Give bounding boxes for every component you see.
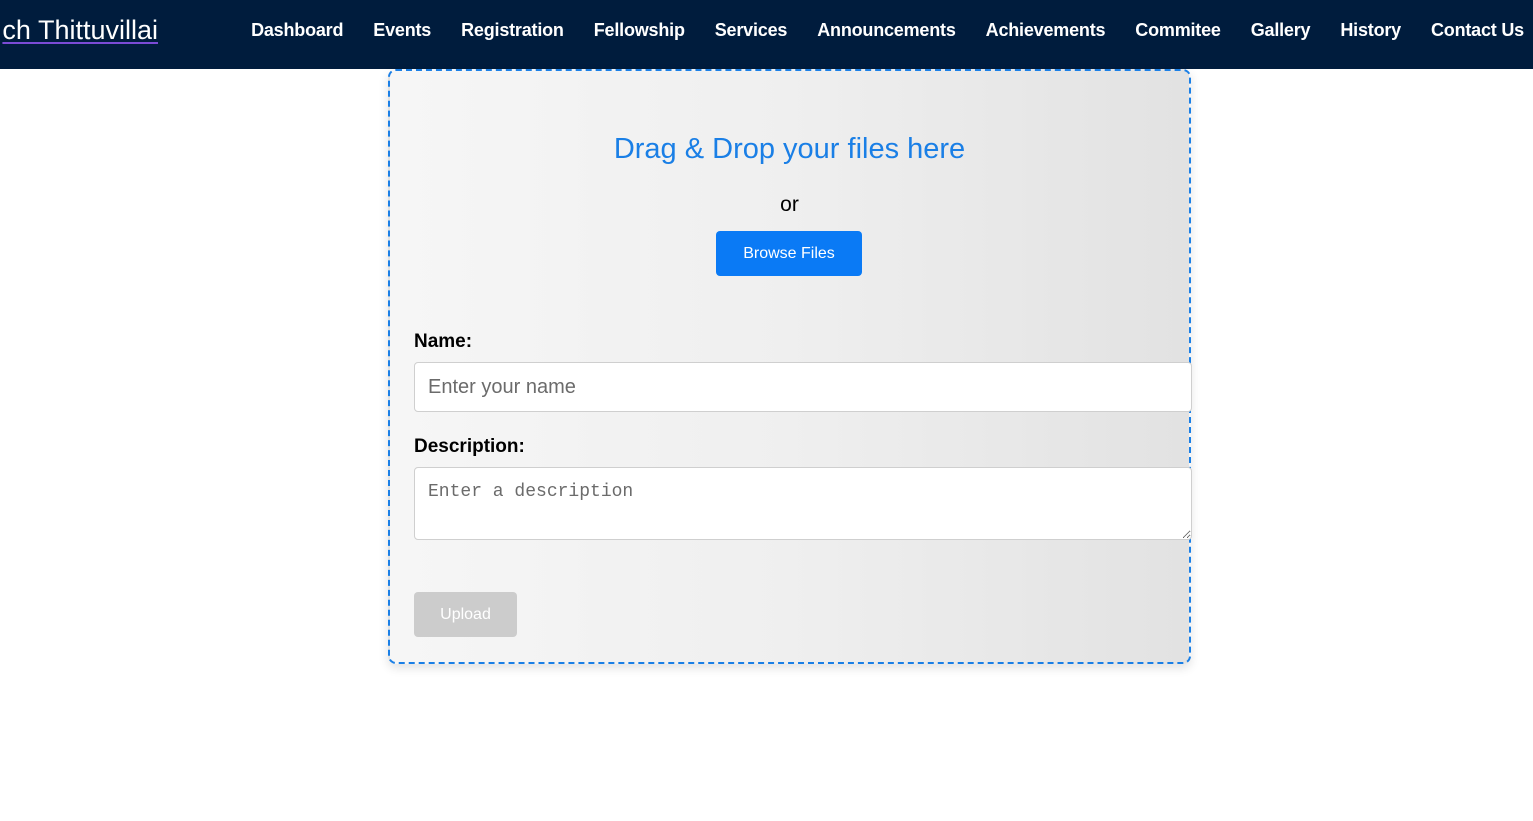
nav-link-dashboard[interactable]: Dashboard [251,20,343,41]
nav-link-registration[interactable]: Registration [461,20,564,41]
drop-zone-title: Drag & Drop your files here [613,133,966,165]
top-navbar: ch Thittuvillai Dashboard Events Registr… [0,0,1533,69]
nav-link-events[interactable]: Events [373,20,431,41]
nav-link-announcements[interactable]: Announcements [817,20,956,41]
nav-link-fellowship[interactable]: Fellowship [594,20,685,41]
upload-button[interactable]: Upload [414,592,517,637]
nav-link-services[interactable]: Services [715,20,788,41]
file-drop-zone[interactable]: Drag & Drop your files here or Browse Fi… [388,69,1192,664]
name-input[interactable] [414,362,1192,412]
description-textarea[interactable] [414,467,1192,540]
site-brand-text: ch Thittuvillai [2,15,158,45]
nav-link-contact-us[interactable]: Contact Us [1431,20,1524,41]
nav-link-achievements[interactable]: Achievements [986,20,1106,41]
browse-files-button[interactable]: Browse Files [716,231,862,276]
nav-link-commitee[interactable]: Commitee [1135,20,1221,41]
name-label: Name: [414,331,473,352]
or-separator: or [780,193,799,216]
site-brand-link[interactable]: ch Thittuvillai [0,12,158,48]
description-label: Description: [414,436,525,457]
nav-link-gallery[interactable]: Gallery [1251,20,1311,41]
main-nav: Dashboard Events Registration Fellowship… [251,0,1524,60]
nav-link-history[interactable]: History [1340,20,1401,41]
